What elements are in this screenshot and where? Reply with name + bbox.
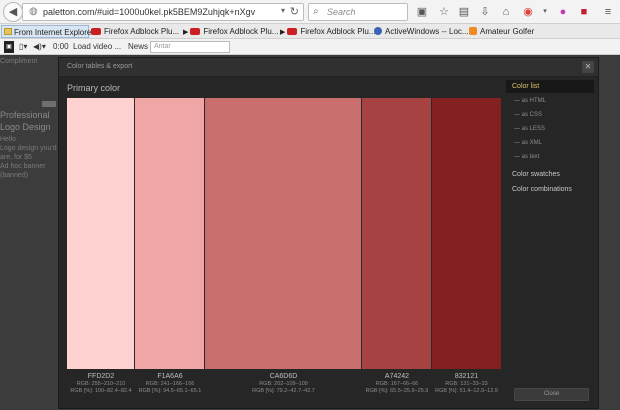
menu-color-list[interactable]: Color list [506, 80, 594, 93]
swatch-rgb-percent: RGB [%]: 94.5–65.1–65.1 [138, 388, 202, 394]
play-icon: ▶ [183, 29, 191, 36]
menu-as-html[interactable]: — as HTML [506, 98, 546, 104]
back-arrow-icon: ◀ [8, 6, 18, 18]
background-text: Professional [0, 110, 50, 120]
reader-view-icon[interactable]: ▣ [414, 4, 430, 20]
browser-toolbar: ◀ ◍ paletton.com/#uid=1000u0kel.pk5BEM9Z… [0, 0, 620, 24]
url-dropdown-icon[interactable]: ▾ [281, 6, 285, 15]
bookmark-adblock-2[interactable]: ▶ Firefox Adblock Plu... [183, 25, 278, 38]
dialog-title: Color tables & export [67, 63, 133, 70]
swatch-rgb: RGB: 131–33–33 [445, 381, 488, 387]
background-text: Hello [0, 136, 16, 143]
swatch-label: 832121 RGB: 131–33–33 RGB [%]: 51.4–12.9… [432, 373, 501, 395]
swatch-rgb: RGB: 167–66–66 [375, 381, 419, 387]
youtube-icon [190, 28, 201, 35]
swatch-rgb-percent: RGB [%]: 79.2–42.7–42.7 [252, 388, 315, 394]
close-button[interactable]: Close [514, 388, 589, 401]
bookmark-from-ie[interactable]: From Internet Explorer [1, 25, 94, 38]
color-swatch[interactable] [205, 98, 362, 369]
download-icon[interactable]: ⇩ [477, 4, 493, 20]
swatch-rgb: RGB: 202–109–109 [259, 381, 308, 387]
color-swatch[interactable] [432, 98, 501, 369]
menu-as-xml[interactable]: — as XML [506, 140, 542, 146]
activewindows-icon [374, 27, 382, 35]
background-text: (banned) [0, 172, 29, 179]
news-label: News [128, 42, 149, 51]
close-icon[interactable]: ✕ [582, 61, 594, 73]
swatch-label: CA6D6D RGB: 202–109–109 RGB [%]: 79.2–42… [205, 373, 362, 395]
volume-icon[interactable]: ◀)▾ [33, 41, 46, 53]
youtube-icon [91, 28, 101, 35]
media-toolbar: ▣ ▯▾ ◀)▾ 0:00 Load video ... News Antar [0, 39, 620, 55]
address-bar[interactable]: ◍ paletton.com/#uid=1000u0kel.pk5BEM9Zuh… [22, 3, 304, 21]
extension-dropdown-icon[interactable]: ▾ [537, 4, 553, 20]
background-text: Ad hoc banner [0, 163, 46, 170]
swatch-hex: 832121 [454, 373, 479, 380]
search-icon: ⌕ [313, 6, 319, 17]
background-button [42, 101, 56, 107]
playlist-icon[interactable]: ▯▾ [19, 41, 27, 53]
swatch-labels: FFD2D2 RGB: 255–210–210 RGB [%]: 100–82.… [67, 373, 501, 397]
swatch-hex: A74242 [384, 373, 410, 380]
background-text: Logo Design [0, 122, 51, 132]
color-swatch[interactable] [135, 98, 205, 369]
bookmark-adblock-3[interactable]: ▶ Firefox Adblock Plu... [280, 25, 375, 38]
swatch-hex: F1A6A6 [157, 373, 183, 380]
chrome-extension-icon[interactable]: ◉ [520, 4, 536, 20]
youtube-icon [287, 28, 298, 35]
swatch-rgb: RGB: 241–166–166 [145, 381, 195, 387]
bookmark-amateur-golfer[interactable]: Amateur Golfer [469, 25, 534, 38]
menu-as-less[interactable]: — as LESS [506, 126, 545, 132]
swatch-rgb: RGB: 255–210–210 [76, 381, 126, 387]
background-text-column: Compliment Professional Logo Design Hell… [0, 56, 58, 410]
reload-icon[interactable]: ↻ [290, 5, 299, 18]
menu-color-swatches[interactable]: Color swatches [506, 171, 594, 178]
blogger-icon [469, 27, 477, 35]
bookmark-activewindows[interactable]: ActiveWindows -- Loc... [374, 25, 469, 38]
swatch-label: F1A6A6 RGB: 241–166–166 RGB [%]: 94.5–65… [135, 373, 205, 395]
bookmark-star-icon[interactable]: ☆ [436, 4, 452, 20]
url-text: paletton.com/#uid=1000u0kel.pk5BEM9Zuhjq… [43, 7, 256, 17]
background-text: Compliment [0, 58, 38, 65]
bookmarks-bar: From Internet Explorer Firefox Adblock P… [0, 24, 620, 39]
menu-as-text[interactable]: — as text [506, 154, 539, 160]
menu-as-css[interactable]: — as CSS [506, 112, 542, 118]
primary-color-heading: Primary color [67, 83, 121, 93]
globe-icon: ◍ [29, 6, 38, 17]
background-text: Logo design you'd [0, 145, 57, 152]
color-swatches-strip [67, 98, 501, 369]
swatch-hex: FFD2D2 [87, 373, 115, 380]
color-picker-icon[interactable]: ● [555, 4, 571, 20]
bookmarks-menu-icon[interactable]: ▤ [456, 4, 472, 20]
media-time: 0:00 [53, 42, 69, 51]
load-video-button[interactable]: Load video ... [73, 41, 121, 53]
color-swatch[interactable] [67, 98, 135, 369]
menu-icon[interactable]: ≡ [600, 4, 616, 20]
swatch-rgb-percent: RGB [%]: 51.4–12.9–12.9 [435, 388, 498, 394]
swatch-label: FFD2D2 RGB: 255–210–210 RGB [%]: 100–82.… [67, 373, 135, 395]
home-icon[interactable]: ⌂ [498, 4, 514, 20]
bookmark-adblock-1[interactable]: Firefox Adblock Plu... [91, 25, 179, 38]
back-button[interactable]: ◀ [3, 2, 23, 22]
swatch-hex: CA6D6D [269, 373, 298, 380]
swatch-label: A74242 RGB: 167–66–66 RGB [%]: 65.5–25.9… [362, 373, 432, 395]
color-swatch[interactable] [362, 98, 432, 369]
menu-color-combinations[interactable]: Color combinations [506, 186, 594, 193]
pocket-icon[interactable]: ■ [576, 4, 592, 20]
swatch-rgb-percent: RGB [%]: 65.5–25.9–25.9 [365, 388, 429, 394]
play-icon: ▶ [280, 29, 288, 36]
news-input[interactable]: Antar [150, 41, 230, 53]
background-text: are, for $5 [0, 154, 32, 161]
player-logo-icon: ▣ [4, 41, 14, 53]
search-box[interactable]: ⌕ Search [308, 3, 408, 21]
search-placeholder: Search [327, 7, 356, 17]
folder-icon [4, 28, 12, 35]
color-tables-dialog: Color tables & export ✕ Primary color FF… [58, 57, 599, 409]
swatch-rgb-percent: RGB [%]: 100–82.4–82.4 [70, 388, 132, 394]
dialog-header: Color tables & export ✕ [59, 58, 598, 77]
